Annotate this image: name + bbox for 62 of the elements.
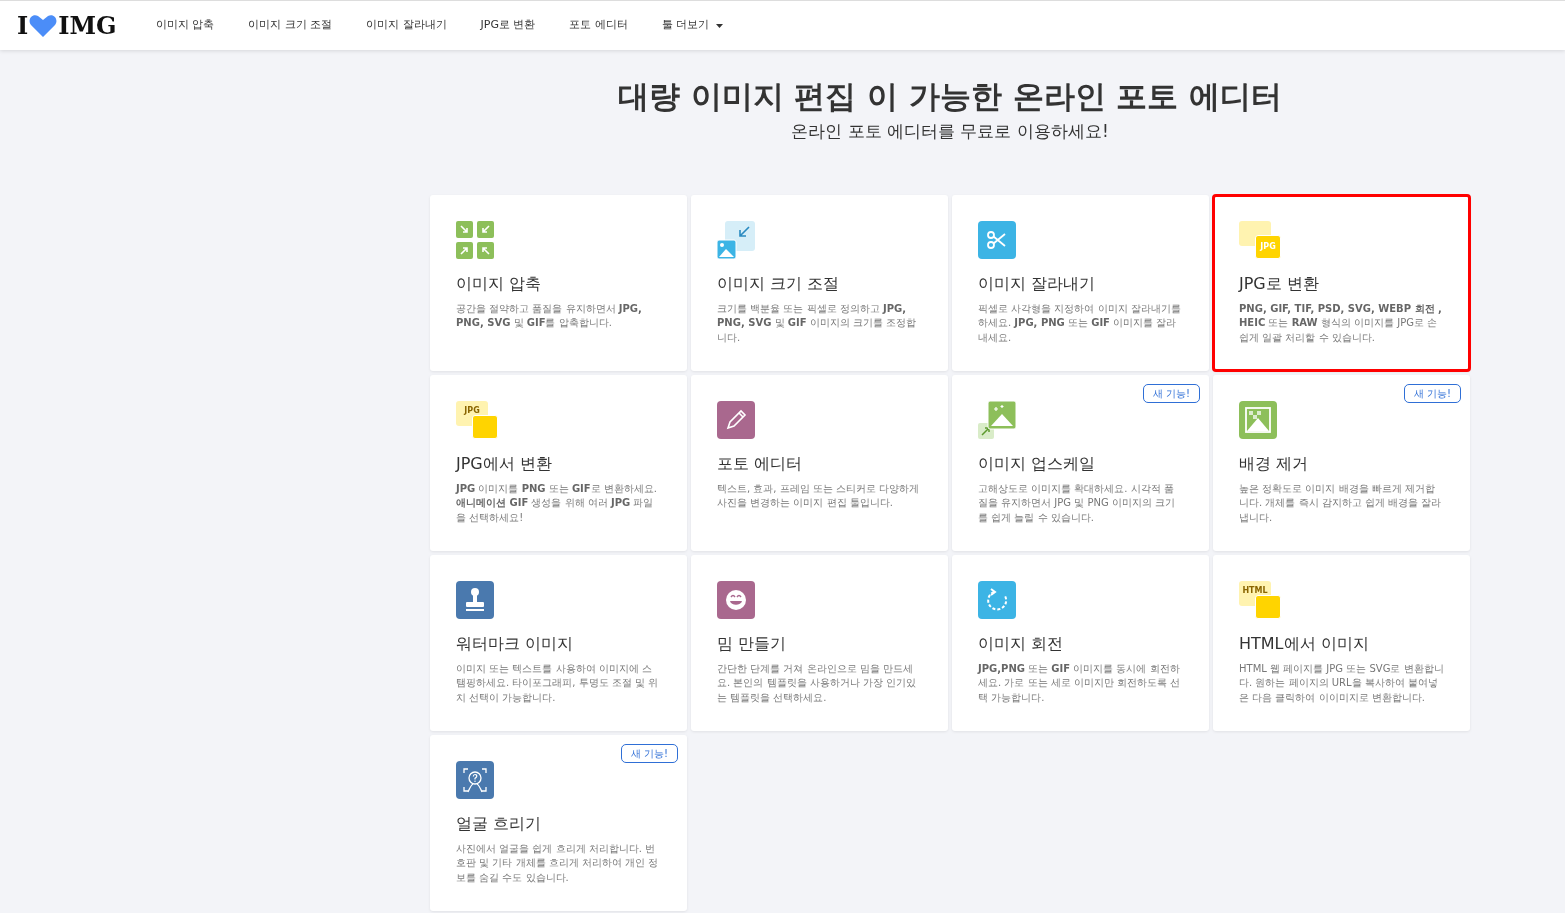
stamp-icon [456,580,494,619]
nav-link[interactable]: 이미지 크기 조절 [231,17,350,34]
tool-description: 고해상도로 이미지를 확대하세요. 시각적 품질을 유지하면서 JPG 및 PNG 이미지의 크기를 쉽게 늘릴 수 있습니다. [978,481,1177,525]
nav-link[interactable]: 이미지 압축 [138,17,232,34]
tool-description: 크기를 백분율 또는 픽셀로 정의하고 JPG, PNG, SVG 및 GIF 이미지의 크기를 조정합니다. [717,301,917,345]
tool-description: JPG 이미지를 PNG 또는 GIF로 변환하세요. 애니메이션 GIF 생성을 위해 여러 JPG 파일을 선택하세요! [456,481,658,525]
nav-link[interactable]: JPG로 변환 [463,17,553,34]
tool-title: 배경 제거 [1239,453,1310,474]
rotate-icon [978,580,1016,619]
tool-card[interactable]: 새 기능! 이미지 업스케일 고해상도로 이미지를 확대하세요. 시각적 품질을 유지하면서 JPG 및 PNG 이미지의 크기를 쉽게 늘릴 수 있습니다. [952,374,1209,551]
tool-title: 밈 만들기 [717,633,788,654]
tool-card[interactable]: HTML HTML에서 이미지 HTML 웹 페이지를 JPG 또는 SVG로 변환합니다. 원하는 페이지의 URL을 복사하여 붙여넣은 다음 클릭하여 이이미지로 변환합니다. [1213,554,1470,731]
tool-title: 이미지 회전 [978,633,1065,654]
tool-description: 사진에서 얼굴을 쉽게 흐리게 처리합니다. 번호판 및 기타 개체를 흐리게 처리하여 개인 정보를 숨길 수도 있습니다. [456,841,660,885]
new-feature-badge: 새 기능! [1142,383,1200,403]
image-upscale-icon [978,400,1016,439]
page-title: 대량 이미지 편집 이 가능한 온라인 포토 에디터 [616,77,1284,116]
nav-link[interactable]: 툴 더보기 [644,17,741,34]
page-subtitle: 온라인 포토 에디터를 무료로 이용하세요! [790,120,1110,143]
image-resize-icon [717,220,755,259]
scissors-icon [978,220,1016,259]
new-feature-badge: 새 기능! [1403,383,1461,403]
compress-arrows-icon [456,220,494,259]
nav-link[interactable]: 이미지 잘라내기 [349,17,464,34]
tool-card[interactable]: 이미지 압축 공간을 절약하고 품질을 유지하면서 JPG, PNG, SVG 및 GIF를 압축합니다. [430,194,687,371]
tool-title: 워터마크 이미지 [456,633,575,654]
tool-card[interactable]: 워터마크 이미지 이미지 또는 텍스트를 사용하여 이미지에 스탬핑하세요. 타이포그래피, 투명도 조절 및 위치 선택이 가능합니다. [430,554,687,731]
tool-card[interactable]: 이미지 잘라내기 픽셀로 사각형을 지정하여 이미지 잘라내기를 하세요. JPG, PNG 또는 GIF 이미지를 잘라 내세요. [952,194,1209,371]
tool-card[interactable]: JPG JPG에서 변환 JPG 이미지를 PNG 또는 GIF로 변환하세요. 애니메이션 GIF 생성을 위해 여러 JPG 파일을 선택하세요! [430,374,687,551]
tool-title: 이미지 잘라내기 [978,273,1097,294]
logo[interactable]: I IMG [17,7,117,44]
tool-title: 이미지 압축 [456,273,543,294]
tool-card[interactable]: 이미지 회전 JPG,PNG 또는 GIF 이미지를 동시에 회전하세요. 가로 또는 세로 이미지만 회전하도록 선택 가능합니다. [952,554,1209,731]
caret-icon [716,23,724,28]
tool-description: 픽셀로 사각형을 지정하여 이미지 잘라내기를 하세요. JPG, PNG 또는 GIF 이미지를 잘라 내세요. [978,301,1182,345]
tool-description: 이미지 또는 텍스트를 사용하여 이미지에 스탬핑하세요. 타이포그래피, 투명도 조절 및 위치 선택이 가능합니다. [456,661,660,705]
tool-title: JPG로 변환 [1239,273,1320,294]
background-removal-icon [1239,400,1277,439]
tool-description: 텍스트, 효과, 프레임 또는 스티커로 다양하게 사진을 변경하는 이미지 편집 툴입니다. [717,481,921,510]
tool-title: JPG에서 변환 [456,453,553,474]
tool-title: HTML에서 이미지 [1239,633,1370,654]
new-feature-badge: 새 기능! [620,743,678,763]
nav-link[interactable]: 포토 에디터 [552,17,645,34]
tool-title: 이미지 업스케일 [978,453,1097,474]
tool-card[interactable]: 이미지 크기 조절 크기를 백분율 또는 픽셀로 정의하고 JPG, PNG, SVG 및 GIF 이미지의 크기를 조정합니다. [691,194,948,371]
tool-description: JPG,PNG 또는 GIF 이미지를 동시에 회전하세요. 가로 또는 세로 이미지만 회전하도록 선택 가능합니다. [978,661,1182,705]
tool-card[interactable]: 밈 만들기 간단한 단계를 거쳐 온라인으로 밈을 만드세요. 본인의 템플릿을 사용하거나 가장 인기있는 템플릿을 선택하세요. [691,554,948,731]
tool-description: HTML 웹 페이지를 JPG 또는 SVG로 변환합니다. 원하는 페이지의 URL을 복사하여 붙여넣은 다음 클릭하여 이이미지로 변환합니다. [1239,661,1444,705]
tool-title: 이미지 크기 조절 [717,273,841,294]
pencil-icon [717,400,755,439]
tool-description: 높은 정확도로 이미지 배경을 빠르게 제거합니다. 개체를 즉시 감지하고 쉽게 배경을 잘라냅니다. [1239,481,1443,525]
face-question-icon [456,760,494,799]
tool-description: 공간을 절약하고 품질을 유지하면서 JPG, PNG, SVG 및 GIF를 압축합니다. [456,301,643,330]
tool-description: 간단한 단계를 거쳐 온라인으로 밈을 만드세요. 본인의 템플릿을 사용하거나 가장 인기있는 템플릿을 선택하세요. [717,661,918,705]
tool-description: PNG, GIF, TIF, PSD, SVG, WEBP 회전 , HEIC 또는 RAW 형식의 이미지를 JPG로 손쉽게 일괄 처리할 수 있습니다. [1239,301,1443,345]
tool-title: 포토 에디터 [717,453,804,474]
tool-card[interactable]: 새 기능! 배경 제거 높은 정확도로 이미지 배경을 빠르게 제거합니다. 개체를 즉시 감지하고 쉽게 배경을 잘라냅니다. [1213,374,1470,551]
tool-title: 얼굴 흐리기 [456,813,543,834]
laughing-face-icon [717,580,755,619]
tool-card[interactable]: JPG JPG로 변환 PNG, GIF, TIF, PSD, SVG, WEBP 회전 , HEIC 또는 RAW 형식의 이미지를 JPG로 손쉽게 일괄 처리할 수 있습니다. [1213,194,1470,371]
tool-card[interactable]: 포토 에디터 텍스트, 효과, 프레임 또는 스티커로 다양하게 사진을 변경하는 이미지 편집 툴입니다. [691,374,948,551]
tool-card[interactable]: 새 기능! 얼굴 흐리기 사진에서 얼굴을 쉽게 흐리게 처리합니다. 번호판 및 기타 개체를 흐리게 처리하여 개인 정보를 숨길 수도 있습니다. [430,734,687,911]
